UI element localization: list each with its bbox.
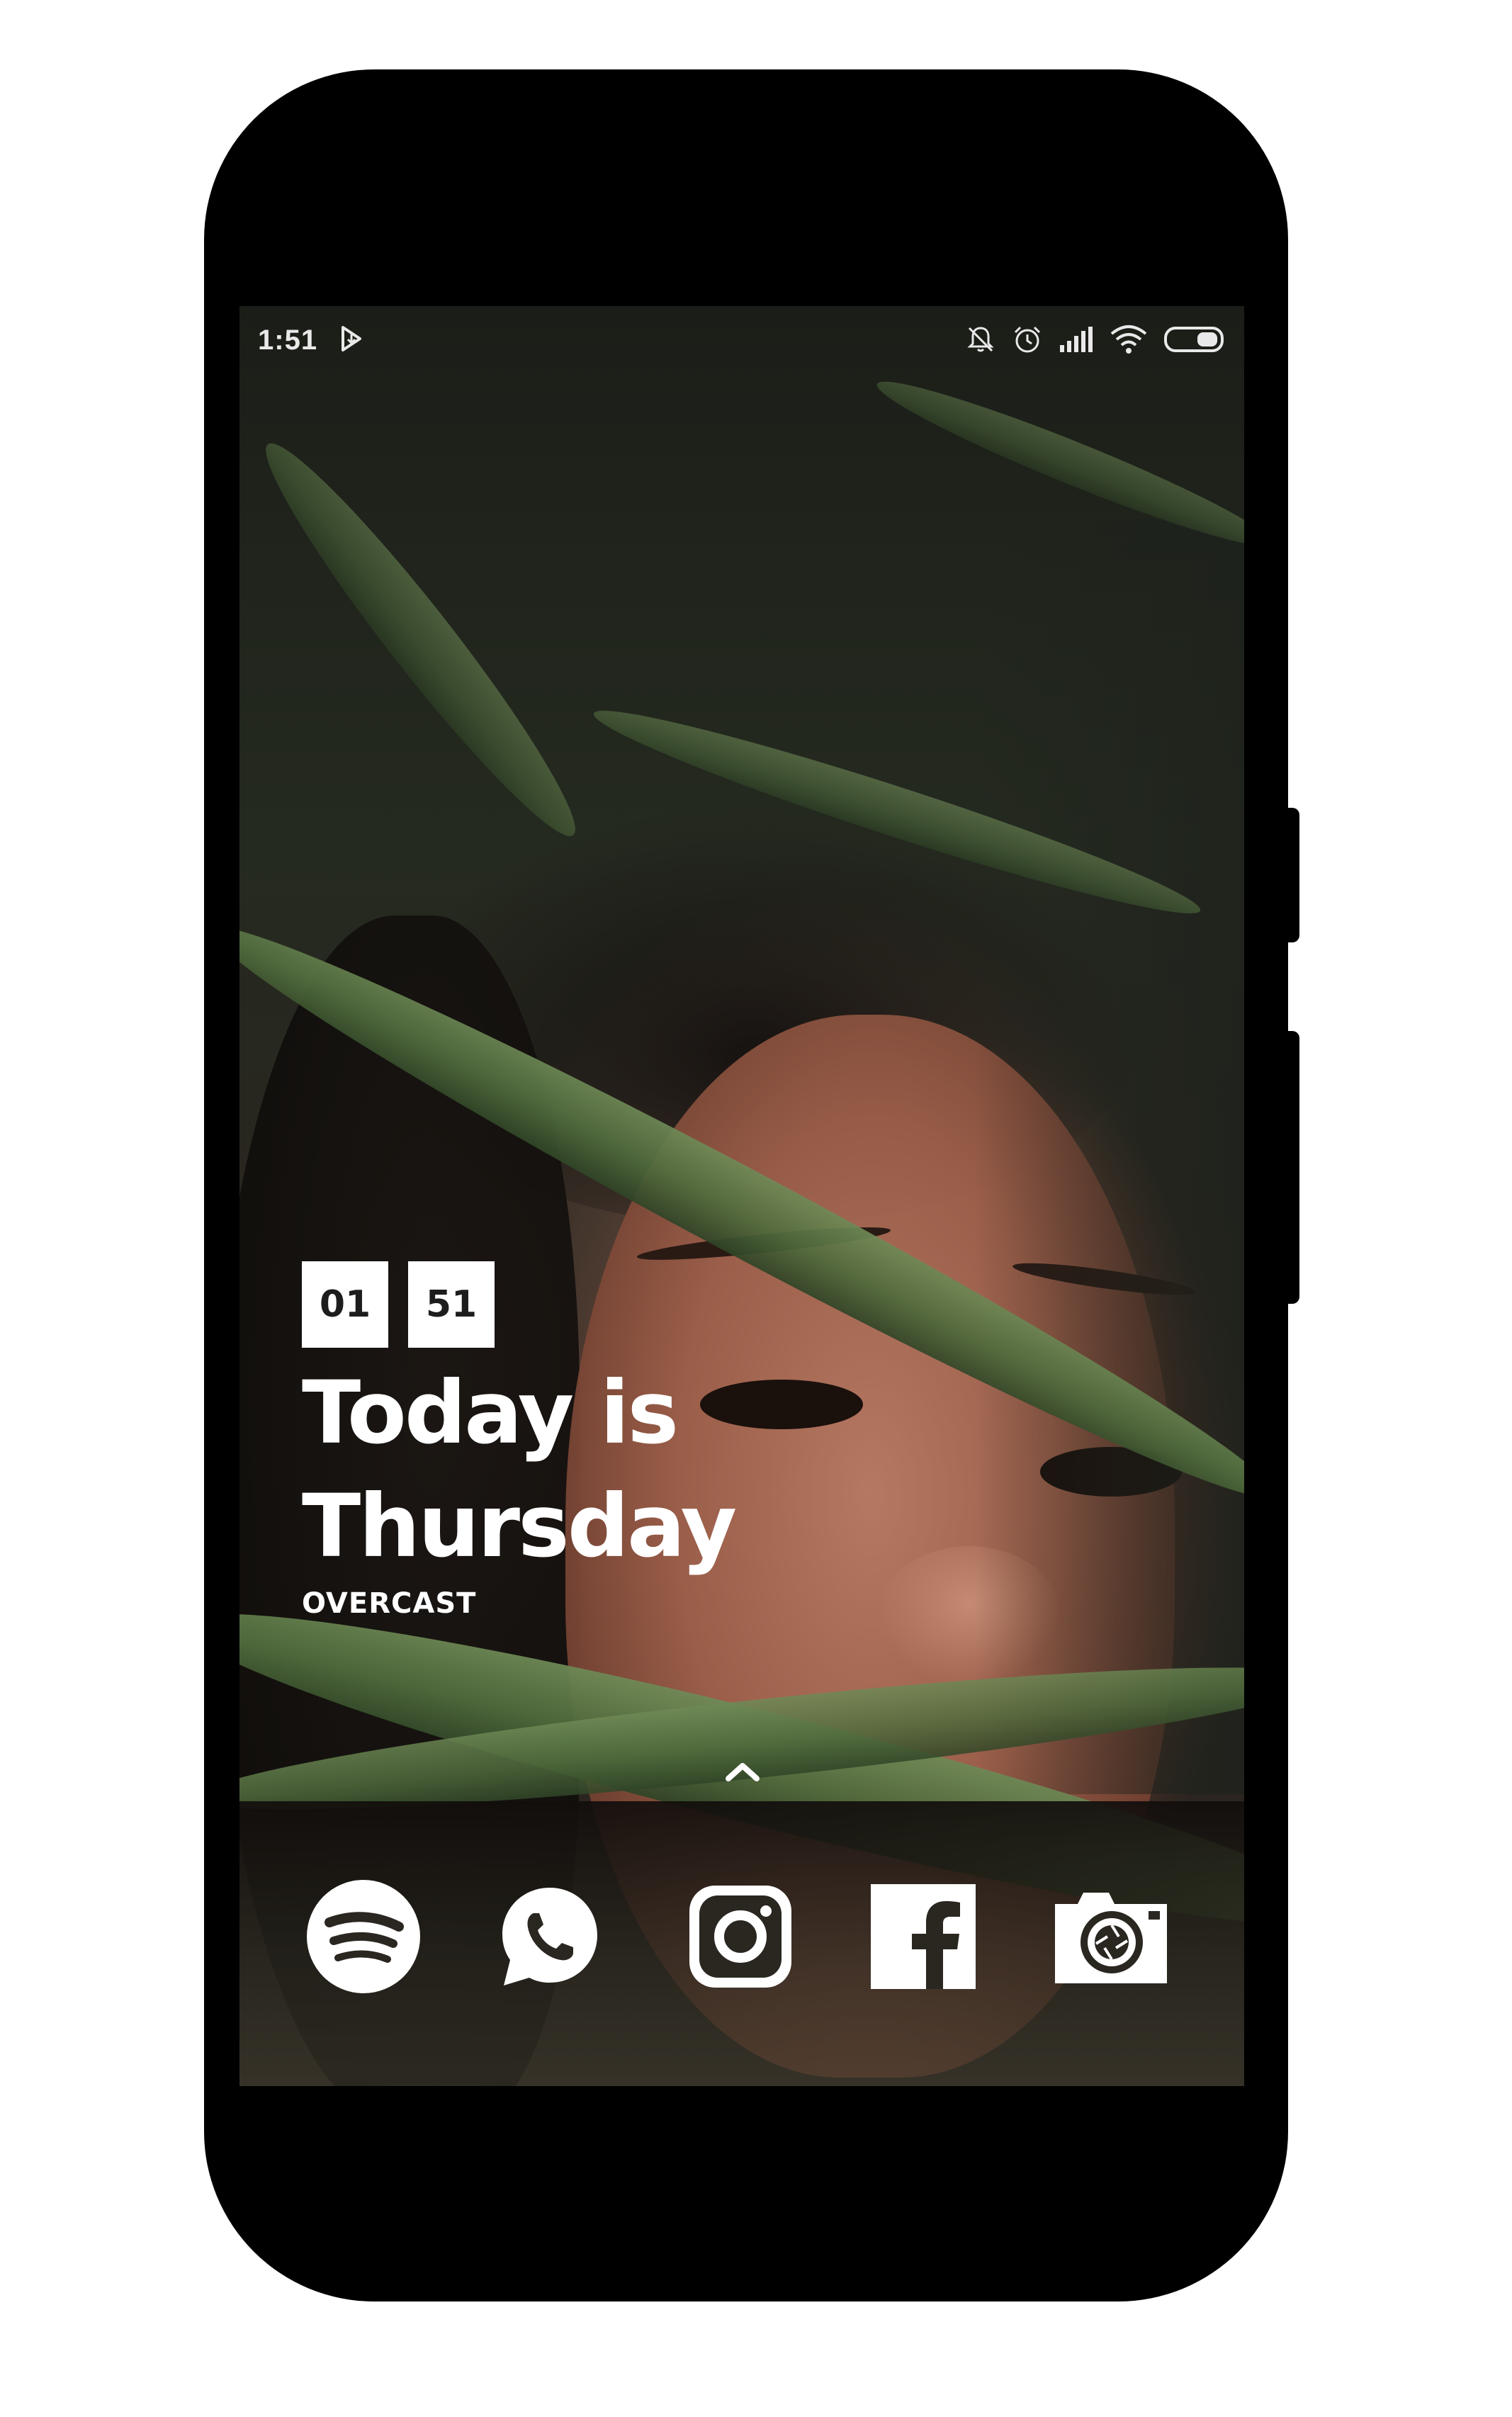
status-icons xyxy=(965,322,1227,357)
dock-app-spotify[interactable] xyxy=(303,1876,424,1997)
bell-off-icon xyxy=(967,327,994,352)
day-headline: Today is Thursday xyxy=(302,1356,1010,1583)
instagram-icon xyxy=(689,1886,791,1988)
status-bar: 1:51 xyxy=(239,306,1244,371)
clock-widget[interactable]: 01 51 Today is Thursday OVERCAST xyxy=(302,1261,1010,1620)
clock-minutes: 51 xyxy=(408,1261,495,1348)
clock-hours: 01 xyxy=(302,1261,388,1348)
clock-row: 01 51 xyxy=(302,1261,1010,1348)
dock-app-camera[interactable] xyxy=(1051,1876,1171,1997)
volume-button[interactable] xyxy=(1282,1031,1299,1304)
power-button[interactable] xyxy=(1282,808,1299,942)
status-time: 1:51 xyxy=(258,325,318,356)
dock-app-whatsapp[interactable] xyxy=(490,1876,610,1997)
home-screen: 1:51 01 51 Today is Thursday OVERCAST xyxy=(239,306,1244,2086)
spotify-icon xyxy=(307,1880,420,1993)
dock-app-instagram[interactable] xyxy=(680,1876,801,1997)
page: 1:51 01 51 Today is Thursday OVERCAST xyxy=(0,0,1512,2417)
chevron-up-icon[interactable] xyxy=(721,1757,764,1786)
facebook-icon xyxy=(871,1884,976,1989)
play-store-download-icon xyxy=(342,326,361,351)
dock-app-facebook[interactable] xyxy=(863,1876,983,1997)
alarm-clock-icon xyxy=(1014,326,1041,353)
signal-icon xyxy=(1060,327,1093,352)
battery-icon xyxy=(1164,327,1224,352)
headline-line-1: Today is xyxy=(302,1363,679,1463)
whatsapp-icon xyxy=(502,1888,597,1985)
wifi-icon xyxy=(1110,325,1147,354)
camera-icon xyxy=(1055,1893,1167,1983)
headline-line-2: Thursday xyxy=(302,1476,737,1577)
weather-label: OVERCAST xyxy=(302,1587,477,1620)
